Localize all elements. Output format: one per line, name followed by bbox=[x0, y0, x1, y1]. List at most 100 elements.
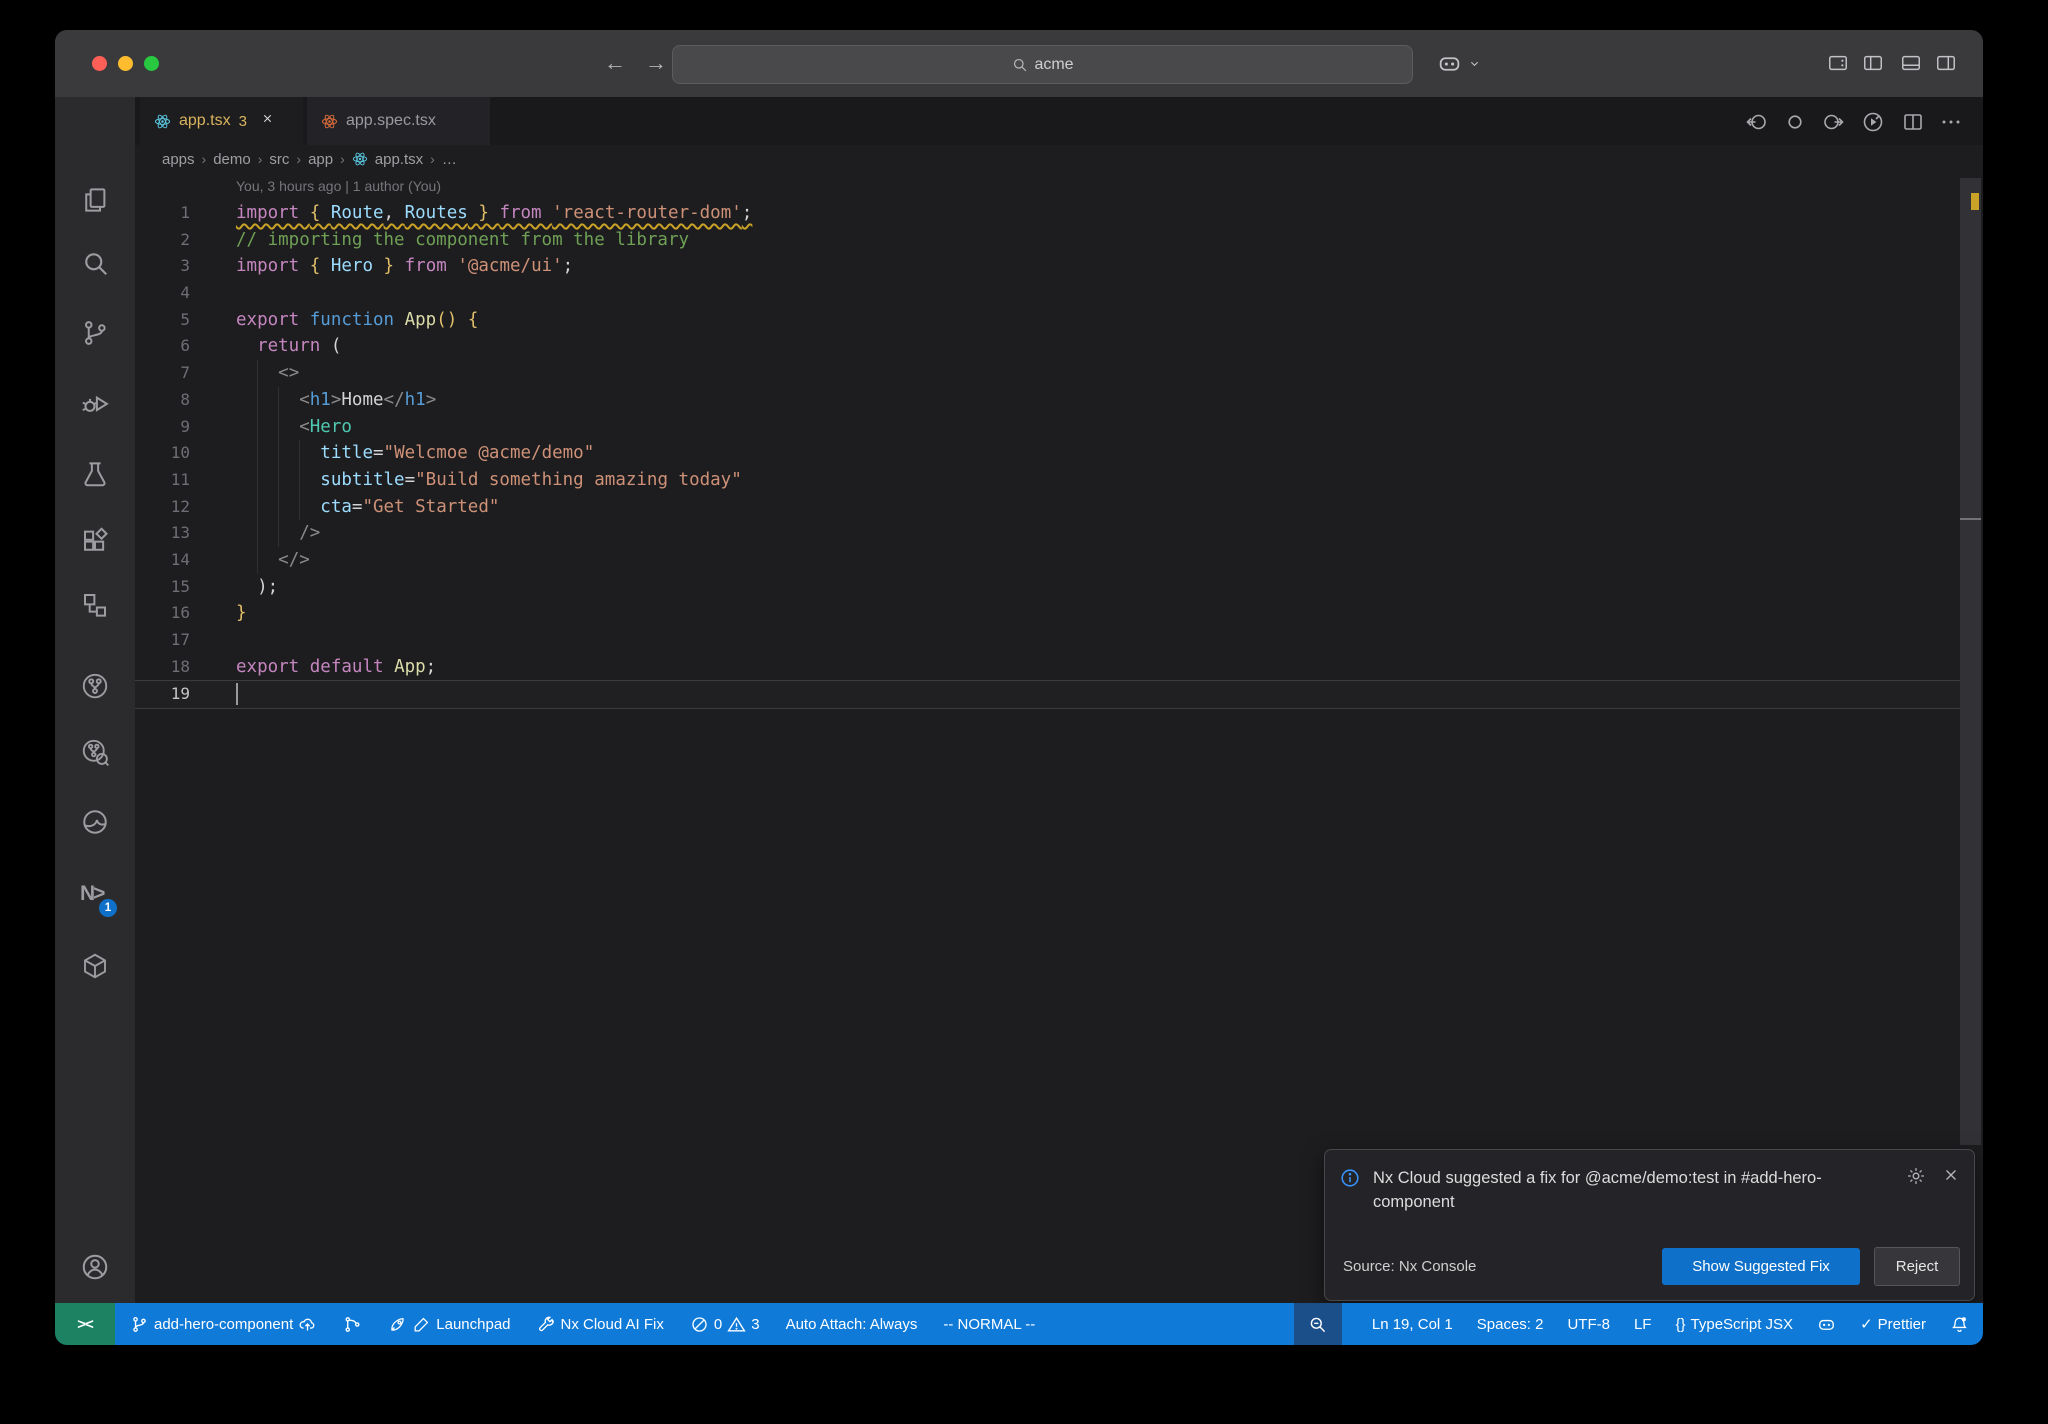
line-number[interactable]: 9 bbox=[135, 414, 190, 441]
line-number[interactable]: 18 bbox=[135, 654, 190, 681]
toggle-panel-icon[interactable] bbox=[1900, 52, 1922, 74]
breadcrumb-item[interactable]: apps bbox=[162, 151, 195, 168]
breadcrumb-item[interactable]: app bbox=[308, 151, 333, 168]
code-line-8[interactable]: 8 <h1>Home</h1> bbox=[135, 387, 1960, 414]
search-icon[interactable] bbox=[80, 248, 110, 278]
breadcrumb-item[interactable]: demo bbox=[213, 151, 251, 168]
code-line-4[interactable]: 4 bbox=[135, 280, 1960, 307]
project-graph-icon[interactable] bbox=[80, 671, 110, 701]
nav-back-icon[interactable] bbox=[1745, 110, 1769, 134]
run-and-debug-icon[interactable] bbox=[80, 387, 110, 417]
code-line-15[interactable]: 15 ); bbox=[135, 574, 1960, 601]
status-eol[interactable]: LF bbox=[1634, 1316, 1652, 1333]
status-zoom-level[interactable] bbox=[1293, 1303, 1342, 1345]
tab-app-tsx[interactable]: app.tsx 3 bbox=[140, 97, 303, 145]
status-cursor-position[interactable]: Ln 19, Col 1 bbox=[1372, 1316, 1453, 1333]
code-line-19[interactable]: 19 bbox=[135, 680, 1960, 710]
line-number[interactable]: 1 bbox=[135, 200, 190, 227]
line-number[interactable]: 6 bbox=[135, 333, 190, 360]
run-file-icon[interactable] bbox=[1861, 110, 1885, 134]
line-number[interactable]: 14 bbox=[135, 547, 190, 574]
status-vim-mode[interactable]: -- NORMAL -- bbox=[943, 1316, 1035, 1333]
code-line-7[interactable]: 7 <> bbox=[135, 360, 1960, 387]
code-line-1[interactable]: 1 import { Route, Routes } from 'react-ro… bbox=[135, 200, 1960, 227]
code-line-10[interactable]: 10 title="Welcmoe @acme/demo" bbox=[135, 440, 1960, 467]
line-number[interactable]: 12 bbox=[135, 494, 190, 521]
toggle-sidebar-icon[interactable] bbox=[1862, 52, 1884, 74]
accounts-icon[interactable] bbox=[80, 1252, 110, 1282]
line-number[interactable]: 10 bbox=[135, 440, 190, 467]
breadcrumb-item[interactable]: src bbox=[269, 151, 289, 168]
status-problems[interactable]: 03 bbox=[690, 1315, 760, 1334]
explorer-icon[interactable] bbox=[80, 185, 110, 215]
editor-scrollbar[interactable] bbox=[1960, 178, 1981, 1145]
status-auto-attach[interactable]: Auto Attach: Always bbox=[786, 1316, 918, 1333]
status-formatter[interactable]: ✓ Prettier bbox=[1860, 1315, 1926, 1334]
maximize-window-button[interactable] bbox=[144, 55, 159, 71]
code-line-16[interactable]: 16} bbox=[135, 600, 1960, 627]
line-number[interactable]: 16 bbox=[135, 600, 190, 627]
code-line-5[interactable]: 5 export function App() { bbox=[135, 307, 1960, 334]
line-number[interactable]: 15 bbox=[135, 574, 190, 601]
line-number[interactable]: 3 bbox=[135, 253, 190, 280]
minimize-window-button[interactable] bbox=[118, 55, 133, 71]
source-control-icon[interactable] bbox=[80, 318, 110, 348]
more-actions-icon[interactable] bbox=[1939, 110, 1963, 134]
code-line-9[interactable]: 9 <Hero bbox=[135, 414, 1960, 441]
close-window-button[interactable] bbox=[92, 55, 107, 71]
line-number[interactable]: 17 bbox=[135, 627, 190, 654]
code-line-11[interactable]: 11 subtitle="Build something amazing tod… bbox=[135, 467, 1960, 494]
nav-forward-icon[interactable] bbox=[1821, 110, 1845, 134]
notification-close-icon[interactable] bbox=[1942, 1166, 1960, 1191]
nav-location-icon[interactable] bbox=[1783, 110, 1807, 134]
status-launchpad[interactable]: Launchpad bbox=[388, 1315, 511, 1334]
status-language-mode[interactable]: {} TypeScript JSX bbox=[1675, 1316, 1793, 1333]
line-number[interactable]: 5 bbox=[135, 307, 190, 334]
containers-icon[interactable] bbox=[80, 951, 110, 981]
status-encoding[interactable]: UTF-8 bbox=[1567, 1316, 1610, 1333]
breadcrumb-item[interactable]: … bbox=[442, 151, 457, 168]
line-number[interactable]: 2 bbox=[135, 227, 190, 254]
code-editor[interactable]: You, 3 hours ago | 1 author (You) 1 impor… bbox=[135, 173, 1960, 1303]
code-line-2[interactable]: 2 // importing the component from the lib… bbox=[135, 227, 1960, 254]
customize-layout-icon[interactable] bbox=[1827, 52, 1849, 74]
code-line-6[interactable]: 6 return ( bbox=[135, 333, 1960, 360]
status-scm-graph[interactable] bbox=[343, 1315, 362, 1334]
testing-icon[interactable] bbox=[80, 459, 110, 489]
edge-devtools-icon[interactable] bbox=[80, 807, 110, 837]
line-number[interactable]: 13 bbox=[135, 520, 190, 547]
code-line-17[interactable]: 17 bbox=[135, 627, 1960, 654]
graph-search-icon[interactable] bbox=[80, 737, 110, 767]
code-line-18[interactable]: 18 export default App; bbox=[135, 654, 1960, 681]
references-icon[interactable] bbox=[80, 590, 110, 620]
line-number[interactable]: 4 bbox=[135, 280, 190, 307]
tab-app-spec-tsx[interactable]: app.spec.tsx bbox=[307, 97, 490, 145]
status-git-branch[interactable]: add-hero-component bbox=[130, 1315, 317, 1334]
extensions-icon[interactable] bbox=[80, 526, 110, 556]
breadcrumb[interactable]: apps › demo › src › app › app.tsx › … bbox=[135, 145, 1983, 173]
toggle-secondary-sidebar-icon[interactable] bbox=[1935, 52, 1957, 74]
close-tab-icon[interactable] bbox=[261, 112, 274, 130]
nx-console-icon[interactable]: N> 1 bbox=[80, 882, 117, 917]
status-notifications-bell[interactable] bbox=[1950, 1315, 1969, 1334]
line-number[interactable]: 11 bbox=[135, 467, 190, 494]
code-line-13[interactable]: 13 /> bbox=[135, 520, 1960, 547]
code-line-14[interactable]: 14 </> bbox=[135, 547, 1960, 574]
status-indentation[interactable]: Spaces: 2 bbox=[1477, 1316, 1544, 1333]
status-copilot[interactable] bbox=[1817, 1315, 1836, 1334]
code-line-3[interactable]: 3 import { Hero } from '@acme/ui'; bbox=[135, 253, 1960, 280]
split-editor-icon[interactable] bbox=[1901, 110, 1925, 134]
breadcrumb-item[interactable]: app.tsx bbox=[375, 151, 423, 168]
show-suggested-fix-button[interactable]: Show Suggested Fix bbox=[1662, 1248, 1860, 1285]
reject-button[interactable]: Reject bbox=[1874, 1247, 1960, 1286]
line-number[interactable]: 19 bbox=[135, 681, 190, 708]
history-forward-icon[interactable]: → bbox=[641, 49, 671, 77]
line-number[interactable]: 8 bbox=[135, 387, 190, 414]
notification-settings-icon[interactable] bbox=[1906, 1166, 1926, 1191]
copilot-icon[interactable] bbox=[1437, 51, 1462, 76]
history-back-icon[interactable]: ← bbox=[600, 49, 630, 77]
command-center-search[interactable]: acme bbox=[672, 45, 1413, 84]
line-number[interactable]: 7 bbox=[135, 360, 190, 387]
remote-indicator[interactable]: >< bbox=[55, 1303, 115, 1345]
code-line-12[interactable]: 12 cta="Get Started" bbox=[135, 494, 1960, 521]
